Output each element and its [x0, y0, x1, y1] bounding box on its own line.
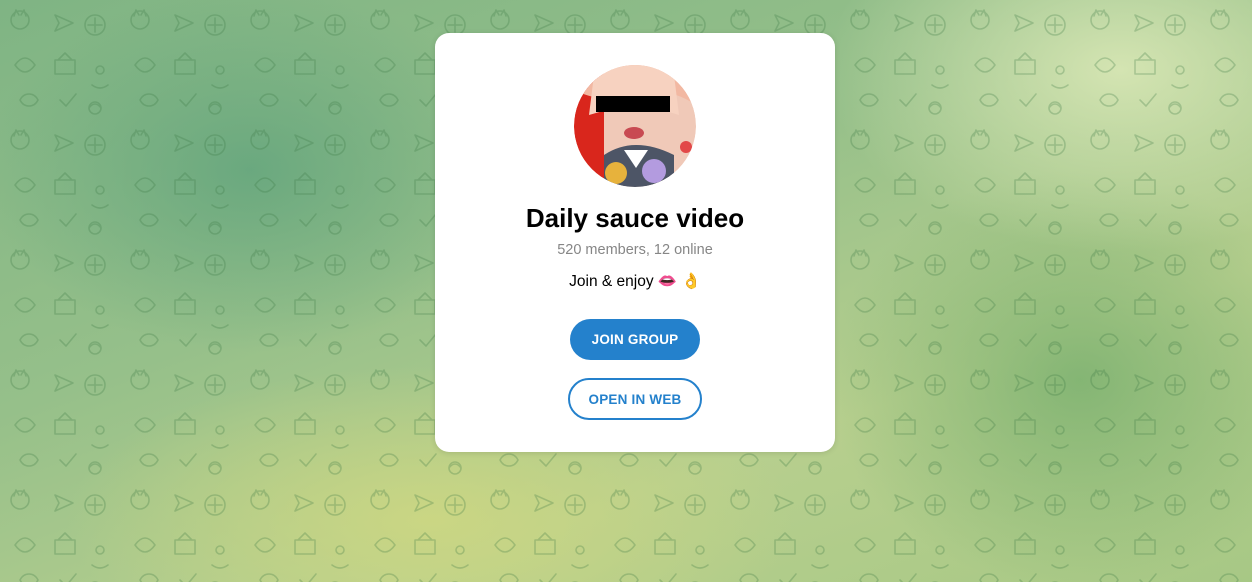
group-title: Daily sauce video: [525, 203, 745, 233]
group-avatar: [574, 65, 696, 187]
group-avatar-image: [574, 65, 696, 187]
member-count: 520 members, 12 online: [557, 242, 713, 258]
join-group-button[interactable]: JOIN GROUP: [570, 319, 700, 360]
group-description: Join & enjoy 👄 👌: [569, 273, 701, 290]
open-in-web-button[interactable]: OPEN IN WEB: [568, 378, 702, 420]
group-preview-card: Daily sauce video 520 members, 12 online…: [435, 33, 835, 452]
